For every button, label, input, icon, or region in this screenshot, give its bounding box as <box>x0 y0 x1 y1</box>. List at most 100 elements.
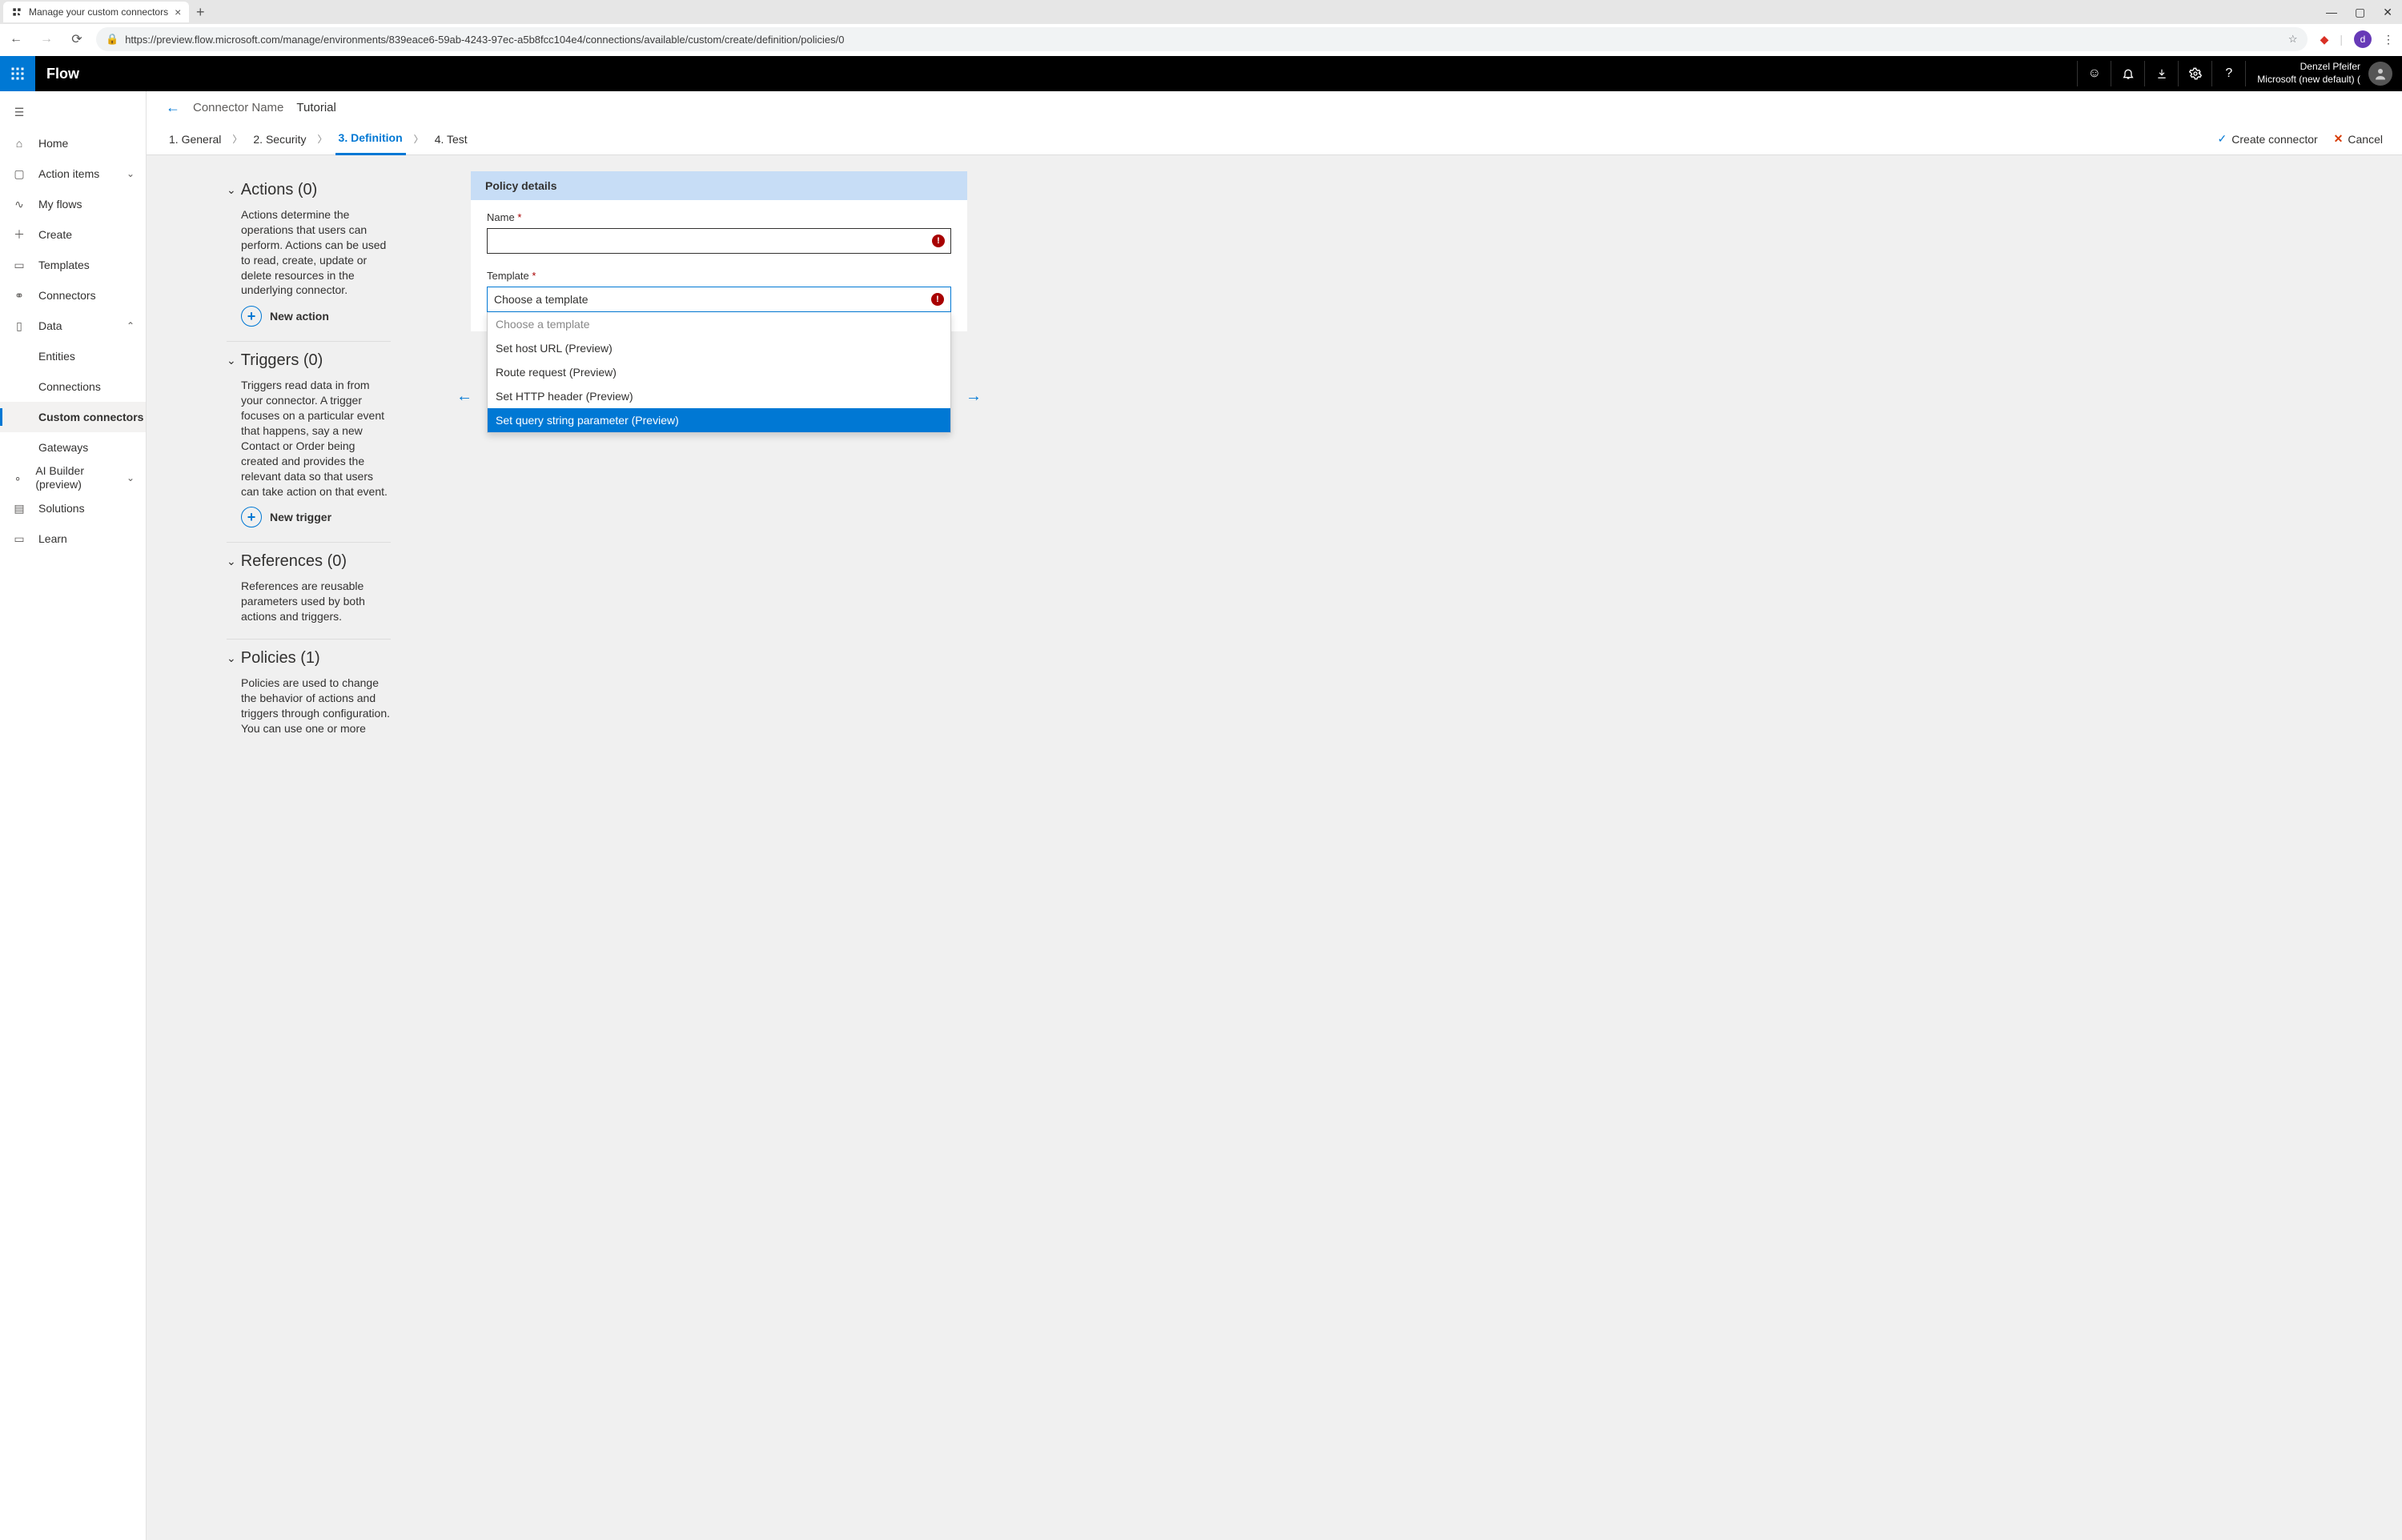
sidebar-item-connectors[interactable]: ⚭Connectors <box>0 280 146 311</box>
chevron-right-icon: 〉 <box>318 132 327 146</box>
app-launcher-button[interactable] <box>0 56 35 91</box>
breadcrumb-label: Connector Name <box>193 101 283 114</box>
learn-icon: ▭ <box>11 532 27 546</box>
sidebar-item-create[interactable]: ＋Create <box>0 219 146 250</box>
template-option[interactable]: Set query string parameter (Preview) <box>488 408 950 432</box>
data-icon: ▯ <box>11 319 27 333</box>
sidebar-item-solutions[interactable]: ▤Solutions <box>0 493 146 523</box>
step-security[interactable]: 2. Security <box>250 123 309 155</box>
plus-circle-icon: + <box>241 306 262 327</box>
chevron-right-icon: 〉 <box>414 132 424 146</box>
maximize-icon[interactable]: ▢ <box>2355 6 2365 19</box>
section-actions: ⌄Actions (0) Actions determine the opera… <box>227 171 391 342</box>
template-dropdown: Choose a template Set host URL (Preview)… <box>487 312 951 433</box>
user-name: Denzel Pfeifer <box>2257 61 2360 74</box>
user-menu[interactable]: Denzel Pfeifer Microsoft (new default) ( <box>2245 61 2402 86</box>
chevron-down-icon[interactable]: ⌄ <box>227 555 236 568</box>
step-definition[interactable]: 3. Definition <box>335 123 406 155</box>
forward-button[interactable]: → <box>35 32 58 46</box>
address-bar[interactable]: 🔒 https://preview.flow.microsoft.com/man… <box>96 27 2308 51</box>
sidebar-item-action-items[interactable]: ▢Action items⌄ <box>0 158 146 189</box>
tab-title: Manage your custom connectors <box>29 6 168 18</box>
template-select[interactable]: Choose a template ! <box>487 287 951 312</box>
download-icon[interactable] <box>2144 61 2178 86</box>
new-action-button[interactable]: +New action <box>241 306 391 327</box>
back-button[interactable]: ← <box>5 32 27 46</box>
settings-icon[interactable] <box>2178 61 2211 86</box>
create-connector-button[interactable]: ✓Create connector <box>2218 132 2318 146</box>
app-name: Flow <box>35 66 79 82</box>
error-icon: ! <box>931 293 944 306</box>
kebab-menu-icon[interactable]: ⋮ <box>2383 33 2394 46</box>
sidebar: ☰ ⌂Home ▢Action items⌄ ∿My flows ＋Create… <box>0 91 147 1540</box>
templates-icon: ▭ <box>11 259 27 272</box>
separator: | <box>2340 33 2343 46</box>
next-arrow-icon[interactable]: → <box>966 387 982 406</box>
back-arrow-button[interactable]: ← <box>166 99 180 116</box>
chevron-right-icon: 〉 <box>232 132 242 146</box>
new-tab-button[interactable]: + <box>189 4 211 21</box>
required-indicator: * <box>517 211 521 223</box>
new-trigger-button[interactable]: +New trigger <box>241 507 391 527</box>
favicon-icon <box>11 6 22 18</box>
extension-icon[interactable]: ◆ <box>2320 33 2329 46</box>
step-test[interactable]: 4. Test <box>432 123 471 155</box>
chevron-up-icon: ⌃ <box>127 320 135 331</box>
close-tab-icon[interactable]: × <box>175 6 181 18</box>
section-references: ⌄References (0) References are reusable … <box>227 543 391 640</box>
notifications-icon[interactable] <box>2111 61 2144 86</box>
bookmark-icon[interactable]: ☆ <box>2288 33 2298 46</box>
clipboard-icon: ▢ <box>11 167 27 181</box>
browser-chrome: Manage your custom connectors × + — ▢ ✕ … <box>0 0 2402 56</box>
chevron-down-icon[interactable]: ⌄ <box>227 652 236 665</box>
plus-circle-icon: + <box>241 507 262 527</box>
chevron-down-icon: ⌄ <box>127 472 135 483</box>
tenant-name: Microsoft (new default) ( <box>2257 74 2360 86</box>
chevron-down-icon: ⌄ <box>127 168 135 179</box>
reload-button[interactable]: ⟳ <box>66 31 88 47</box>
definition-sections: ⌄Actions (0) Actions determine the opera… <box>227 171 391 751</box>
sidebar-item-my-flows[interactable]: ∿My flows <box>0 189 146 219</box>
connectors-icon: ⚭ <box>11 289 27 303</box>
step-general[interactable]: 1. General <box>166 123 224 155</box>
sidebar-item-gateways[interactable]: Gateways <box>0 432 146 463</box>
template-option[interactable]: Choose a template <box>488 312 950 336</box>
connector-name: Tutorial <box>296 101 335 114</box>
prev-arrow-icon[interactable]: ← <box>456 387 472 406</box>
policy-detail-panel: ← → Policy details Name * ! Template * <box>471 171 967 331</box>
sidebar-item-ai-builder[interactable]: ∘AI Builder (preview)⌄ <box>0 463 146 493</box>
panel-title: Policy details <box>471 171 967 200</box>
profile-avatar[interactable]: d <box>2354 30 2372 48</box>
policy-name-input[interactable] <box>487 228 951 254</box>
sidebar-item-data[interactable]: ▯Data⌃ <box>0 311 146 341</box>
template-option[interactable]: Route request (Preview) <box>488 360 950 384</box>
page-header: ← Connector Name Tutorial <box>147 91 2402 123</box>
cancel-button[interactable]: ✕Cancel <box>2334 132 2383 146</box>
solutions-icon: ▤ <box>11 502 27 515</box>
sidebar-item-learn[interactable]: ▭Learn <box>0 523 146 554</box>
url-text: https://preview.flow.microsoft.com/manag… <box>125 34 844 46</box>
browser-tab[interactable]: Manage your custom connectors × <box>3 2 189 22</box>
hamburger-button[interactable]: ☰ <box>0 96 146 128</box>
error-icon: ! <box>932 235 945 247</box>
lock-icon: 🔒 <box>106 33 118 46</box>
sidebar-item-custom-connectors[interactable]: Custom connectors <box>0 402 146 432</box>
sidebar-item-templates[interactable]: ▭Templates <box>0 250 146 280</box>
sidebar-item-entities[interactable]: Entities <box>0 341 146 371</box>
check-icon: ✓ <box>2218 132 2227 146</box>
template-option[interactable]: Set HTTP header (Preview) <box>488 384 950 408</box>
wizard-steps: 1. General 〉 2. Security 〉 3. Definition… <box>147 123 2402 155</box>
sidebar-item-home[interactable]: ⌂Home <box>0 128 146 158</box>
sidebar-item-connections[interactable]: Connections <box>0 371 146 402</box>
close-icon: ✕ <box>2334 132 2344 146</box>
required-indicator: * <box>532 270 536 282</box>
user-avatar-icon <box>2368 62 2392 86</box>
plus-icon: ＋ <box>11 227 27 243</box>
chevron-down-icon[interactable]: ⌄ <box>227 183 236 197</box>
help-icon[interactable]: ? <box>2211 61 2245 86</box>
feedback-icon[interactable]: ☺ <box>2077 61 2111 86</box>
template-option[interactable]: Set host URL (Preview) <box>488 336 950 360</box>
minimize-icon[interactable]: — <box>2326 6 2337 19</box>
chevron-down-icon[interactable]: ⌄ <box>227 354 236 367</box>
close-window-icon[interactable]: ✕ <box>2383 6 2392 19</box>
